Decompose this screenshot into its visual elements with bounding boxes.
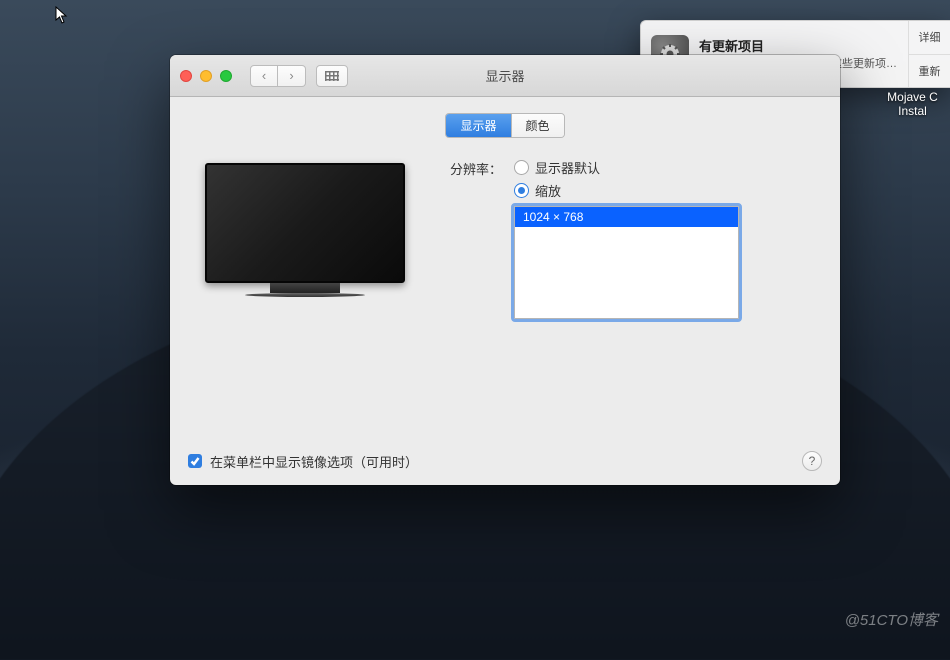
nav-back-forward: ‹ › <box>250 65 306 87</box>
radio-icon <box>514 183 529 198</box>
notification-detail-button[interactable]: 详细 <box>909 21 950 55</box>
checkbox-icon <box>188 454 202 468</box>
forward-button[interactable]: › <box>278 65 306 87</box>
close-icon[interactable] <box>180 70 192 82</box>
show-all-button[interactable] <box>316 65 348 87</box>
chevron-right-icon: › <box>289 68 293 83</box>
window-controls <box>180 70 232 82</box>
tab-color[interactable]: 颜色 <box>511 114 564 137</box>
watermark: @51CTO博客 <box>845 609 938 630</box>
chevron-left-icon: ‹ <box>262 68 266 83</box>
monitor-illustration <box>200 163 410 439</box>
grid-icon <box>325 71 339 81</box>
back-button[interactable]: ‹ <box>250 65 278 87</box>
radio-scaled-label: 缩放 <box>535 181 561 200</box>
radio-default-resolution[interactable]: 显示器默认 <box>514 158 739 177</box>
resolution-list[interactable]: 1024 × 768 <box>514 206 739 319</box>
minimize-icon[interactable] <box>200 70 212 82</box>
radio-default-label: 显示器默认 <box>535 158 600 177</box>
mirror-menu-label: 在菜单栏中显示镜像选项（可用时） <box>210 452 418 471</box>
resolution-label: 分辨率： <box>440 158 502 178</box>
radio-icon <box>514 160 529 175</box>
titlebar[interactable]: ‹ › 显示器 <box>170 55 840 97</box>
notification-refresh-button[interactable]: 重新 <box>909 55 950 88</box>
desktop-installer-label[interactable]: Mojave C Instal <box>880 90 945 119</box>
mouse-cursor <box>55 6 69 24</box>
displays-preferences-window: ‹ › 显示器 显示器 颜色 分辨率： 显示器默认 <box>170 55 840 485</box>
mirror-menu-checkbox[interactable]: 在菜单栏中显示镜像选项（可用时） <box>188 452 418 471</box>
tab-row: 显示器 颜色 <box>170 113 840 138</box>
help-icon: ? <box>809 454 816 468</box>
tab-display[interactable]: 显示器 <box>446 114 510 137</box>
zoom-icon[interactable] <box>220 70 232 82</box>
notification-title: 有更新项目 <box>699 36 902 55</box>
resolution-option[interactable]: 1024 × 768 <box>515 207 738 227</box>
radio-scaled-resolution[interactable]: 缩放 <box>514 181 739 200</box>
help-button[interactable]: ? <box>802 451 822 471</box>
